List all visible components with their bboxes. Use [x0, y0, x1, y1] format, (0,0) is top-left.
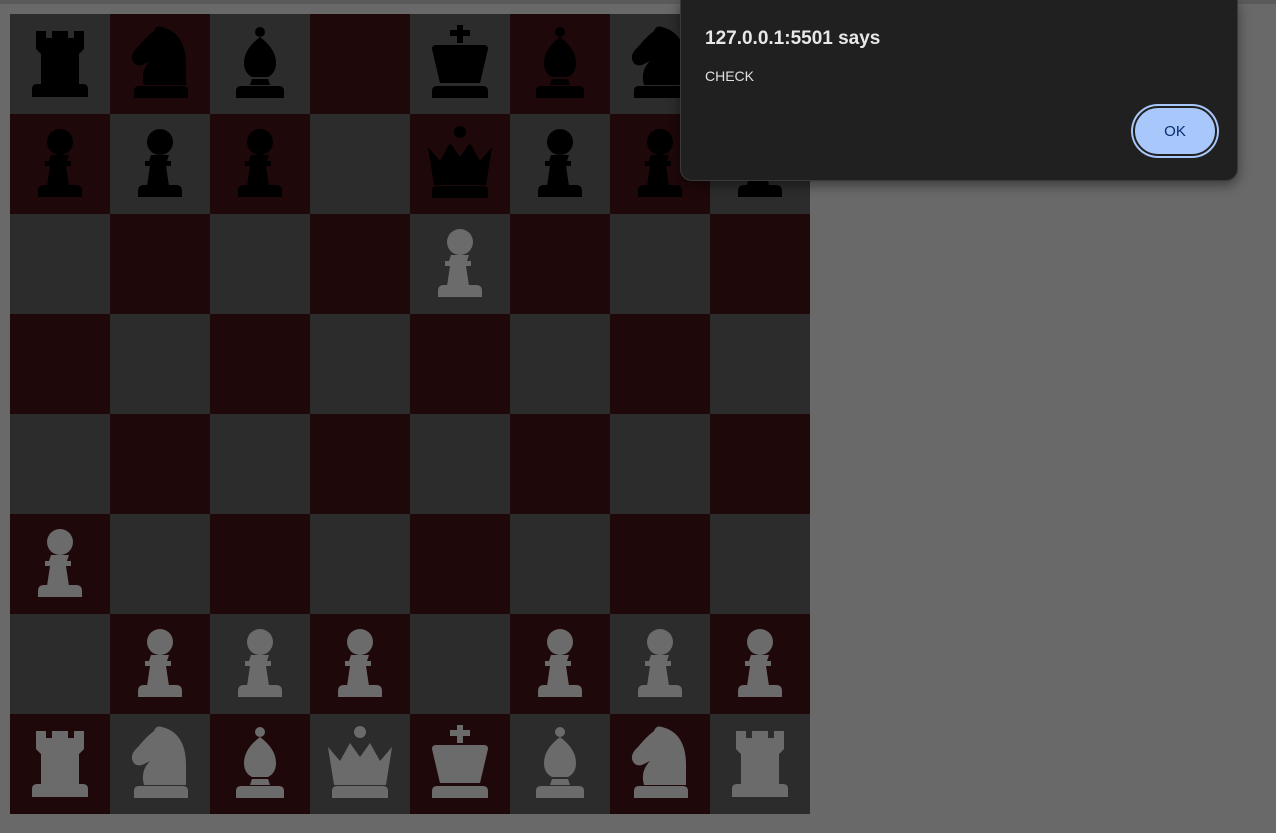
square-g5[interactable]	[610, 314, 710, 414]
white-knight-icon[interactable]	[124, 725, 196, 803]
square-c7[interactable]	[210, 114, 310, 214]
square-a2[interactable]	[10, 614, 110, 714]
alert-message: CHECK	[705, 68, 755, 84]
alert-dialog: 127.0.0.1:5501 says CHECK OK	[680, 0, 1238, 181]
white-pawn-icon[interactable]	[424, 225, 496, 303]
square-a7[interactable]	[10, 114, 110, 214]
white-pawn-icon[interactable]	[524, 625, 596, 703]
white-pawn-icon[interactable]	[724, 625, 796, 703]
square-f5[interactable]	[510, 314, 610, 414]
square-b1[interactable]	[110, 714, 210, 814]
white-bishop-icon[interactable]	[524, 725, 596, 803]
square-e4[interactable]	[410, 414, 510, 514]
square-e7[interactable]	[410, 114, 510, 214]
alert-title: 127.0.0.1:5501 says	[705, 28, 881, 49]
black-bishop-icon[interactable]	[524, 25, 596, 103]
square-c1[interactable]	[210, 714, 310, 814]
black-king-icon[interactable]	[424, 25, 496, 103]
square-g6[interactable]	[610, 214, 710, 314]
square-g1[interactable]	[610, 714, 710, 814]
white-pawn-icon[interactable]	[324, 625, 396, 703]
square-e8[interactable]	[410, 14, 510, 114]
square-e5[interactable]	[410, 314, 510, 414]
square-d2[interactable]	[310, 614, 410, 714]
square-d6[interactable]	[310, 214, 410, 314]
white-king-icon[interactable]	[424, 725, 496, 803]
ok-button[interactable]: OK	[1133, 106, 1217, 156]
white-knight-icon[interactable]	[624, 725, 696, 803]
square-e2[interactable]	[410, 614, 510, 714]
square-b2[interactable]	[110, 614, 210, 714]
square-f3[interactable]	[510, 514, 610, 614]
square-h4[interactable]	[710, 414, 810, 514]
square-h1[interactable]	[710, 714, 810, 814]
square-f8[interactable]	[510, 14, 610, 114]
square-b7[interactable]	[110, 114, 210, 214]
square-a3[interactable]	[10, 514, 110, 614]
black-bishop-icon[interactable]	[224, 25, 296, 103]
square-f4[interactable]	[510, 414, 610, 514]
square-g4[interactable]	[610, 414, 710, 514]
square-c6[interactable]	[210, 214, 310, 314]
black-pawn-icon[interactable]	[124, 125, 196, 203]
square-e6[interactable]	[410, 214, 510, 314]
black-pawn-icon[interactable]	[224, 125, 296, 203]
white-pawn-icon[interactable]	[624, 625, 696, 703]
square-f2[interactable]	[510, 614, 610, 714]
white-pawn-icon[interactable]	[24, 525, 96, 603]
square-g2[interactable]	[610, 614, 710, 714]
square-f6[interactable]	[510, 214, 610, 314]
square-c5[interactable]	[210, 314, 310, 414]
square-b5[interactable]	[110, 314, 210, 414]
square-d8[interactable]	[310, 14, 410, 114]
black-knight-icon[interactable]	[124, 25, 196, 103]
square-c8[interactable]	[210, 14, 310, 114]
square-f7[interactable]	[510, 114, 610, 214]
square-f1[interactable]	[510, 714, 610, 814]
white-pawn-icon[interactable]	[124, 625, 196, 703]
square-c4[interactable]	[210, 414, 310, 514]
square-d5[interactable]	[310, 314, 410, 414]
square-b3[interactable]	[110, 514, 210, 614]
white-rook-icon[interactable]	[24, 725, 96, 803]
square-h2[interactable]	[710, 614, 810, 714]
square-a4[interactable]	[10, 414, 110, 514]
square-h3[interactable]	[710, 514, 810, 614]
square-c2[interactable]	[210, 614, 310, 714]
square-d3[interactable]	[310, 514, 410, 614]
white-bishop-icon[interactable]	[224, 725, 296, 803]
white-pawn-icon[interactable]	[224, 625, 296, 703]
square-a6[interactable]	[10, 214, 110, 314]
square-a5[interactable]	[10, 314, 110, 414]
square-e3[interactable]	[410, 514, 510, 614]
square-a8[interactable]	[10, 14, 110, 114]
square-d7[interactable]	[310, 114, 410, 214]
square-h6[interactable]	[710, 214, 810, 314]
black-rook-icon[interactable]	[24, 25, 96, 103]
white-rook-icon[interactable]	[724, 725, 796, 803]
square-b6[interactable]	[110, 214, 210, 314]
square-c3[interactable]	[210, 514, 310, 614]
black-pawn-icon[interactable]	[524, 125, 596, 203]
square-d1[interactable]	[310, 714, 410, 814]
square-h5[interactable]	[710, 314, 810, 414]
white-queen-icon[interactable]	[324, 725, 396, 803]
black-pawn-icon[interactable]	[24, 125, 96, 203]
square-g3[interactable]	[610, 514, 710, 614]
black-queen-icon[interactable]	[424, 125, 496, 203]
square-b8[interactable]	[110, 14, 210, 114]
square-e1[interactable]	[410, 714, 510, 814]
square-d4[interactable]	[310, 414, 410, 514]
square-a1[interactable]	[10, 714, 110, 814]
square-b4[interactable]	[110, 414, 210, 514]
